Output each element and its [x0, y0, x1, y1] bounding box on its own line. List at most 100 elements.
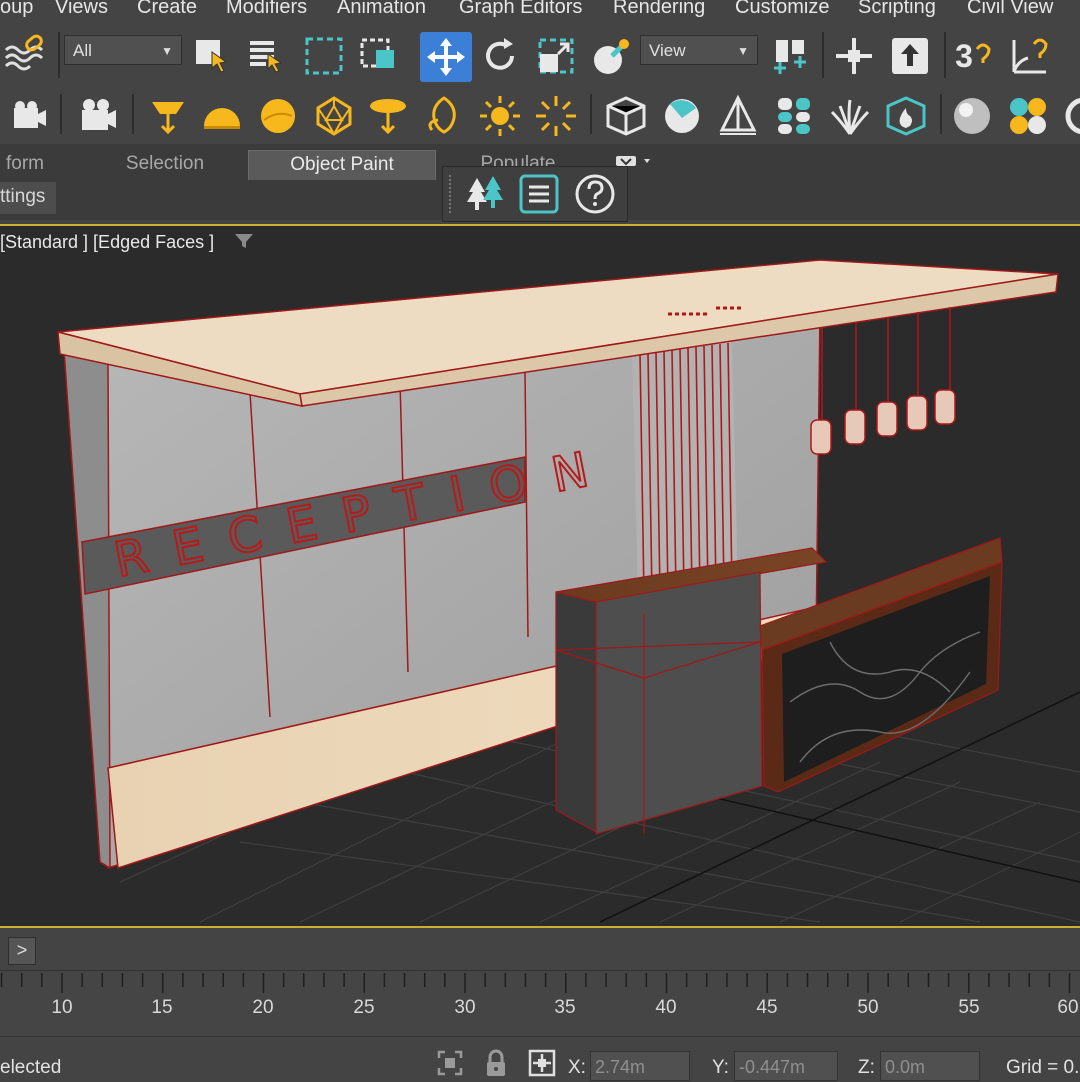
select-and-move-icon[interactable] [420, 32, 472, 82]
particle-system-icon[interactable] [772, 94, 816, 138]
box-primitive-icon[interactable] [604, 94, 648, 138]
tick-label: 10 [51, 997, 73, 1018]
tab-freeform[interactable]: form [0, 150, 50, 180]
wall-side [63, 348, 111, 870]
menu-graph-editors[interactable]: Graph Editors [459, 0, 582, 19]
toolbar-separator [590, 94, 592, 134]
render-frame-icon[interactable] [1062, 94, 1080, 138]
menu-create[interactable]: Create [137, 0, 197, 19]
link-icon[interactable] [2, 34, 46, 78]
tick-label: 25 [353, 997, 375, 1018]
desk-front-left [595, 571, 763, 835]
dome-light-icon[interactable] [200, 94, 244, 138]
geosphere-light-icon[interactable] [312, 94, 356, 138]
menu-modifiers[interactable]: Modifiers [226, 0, 307, 19]
pyramid-icon[interactable] [716, 94, 760, 138]
hair-and-fur-icon[interactable] [828, 94, 872, 138]
z-coordinate-field[interactable]: 0.0m [880, 1051, 980, 1081]
toolbar-separator [58, 32, 60, 78]
reference-coordinate-dropdown[interactable]: View ▼ [640, 35, 758, 65]
toolbar-separator [132, 94, 134, 134]
menu-customize[interactable]: Customize [735, 0, 829, 19]
tick-label: 40 [655, 997, 677, 1018]
manipulate-icon[interactable] [832, 34, 876, 78]
tick-label: 50 [857, 997, 879, 1018]
scene-canvas: RECEPTION [57, 259, 1080, 923]
select-by-name-icon[interactable] [244, 34, 288, 78]
status-bar: elected X: 2.74m Y: -0.447m Z: 0.0m Grid… [0, 1036, 1080, 1081]
sun-icon[interactable] [478, 94, 522, 138]
camera-icon[interactable] [6, 94, 50, 138]
fire-effect-icon[interactable] [884, 94, 928, 138]
grid-size-readout: Grid = 0. [1006, 1057, 1080, 1078]
selection-status: elected [0, 1057, 62, 1078]
skylight-icon[interactable] [534, 94, 578, 138]
rectangular-selection-icon[interactable] [302, 34, 346, 78]
toolbar-separator [944, 32, 946, 78]
trees-icon[interactable] [463, 172, 507, 216]
bulb-light-icon[interactable] [422, 94, 466, 138]
create-toolbar [0, 88, 1080, 144]
sphere-primitive-icon[interactable] [660, 94, 704, 138]
settings-panel-tab[interactable]: ttings [0, 182, 56, 214]
angle-snap-icon[interactable] [1008, 34, 1052, 78]
material-editor-icon[interactable] [1006, 94, 1050, 138]
track-bar[interactable]: 10 15 20 25 30 35 40 45 50 55 60 [0, 970, 1080, 1037]
perspective-viewport[interactable]: [Standard ] [Edged Faces ] RECEPTION [0, 224, 1080, 928]
toolbar-separator [60, 94, 62, 134]
next-frame-button[interactable]: > [8, 937, 36, 965]
help-icon[interactable] [573, 172, 617, 216]
menu-bar: oup Views Create Modifiers Animation Gra… [0, 0, 1080, 22]
placement-icon[interactable] [590, 34, 634, 78]
main-toolbar: All ▼ View ▼ 3 [0, 22, 1080, 88]
time-slider-bar: > [0, 928, 1080, 970]
window-crossing-icon[interactable] [356, 34, 400, 78]
isolate-selection-icon[interactable] [432, 1045, 468, 1081]
tick-label: 15 [151, 997, 173, 1018]
material-sphere-icon[interactable] [950, 94, 994, 138]
menu-scripting[interactable]: Scripting [858, 0, 936, 19]
pendant-lamps [810, 307, 956, 455]
select-object-icon[interactable] [190, 34, 234, 78]
tick-label: 30 [454, 997, 476, 1018]
x-coordinate-field[interactable]: 2.74m [590, 1051, 690, 1081]
x-coordinate-label: X: [568, 1057, 586, 1078]
absolute-mode-icon[interactable] [524, 1045, 560, 1081]
tab-selection[interactable]: Selection [100, 150, 230, 180]
mushroom-light-icon[interactable] [366, 94, 410, 138]
select-and-scale-icon[interactable] [534, 34, 578, 78]
spotlight-icon[interactable] [146, 94, 190, 138]
z-coordinate-label: Z: [858, 1057, 875, 1078]
toolbar-separator [940, 94, 942, 134]
list-panel-icon[interactable] [517, 172, 561, 216]
keyboard-shortcut-override-icon[interactable] [888, 34, 932, 78]
snaps-toggle-icon[interactable]: 3 [952, 34, 996, 78]
selection-lock-icon[interactable] [478, 1045, 514, 1081]
menu-group[interactable]: oup [0, 0, 33, 19]
panel-grip[interactable] [449, 175, 457, 213]
menu-views[interactable]: Views [55, 0, 108, 19]
tab-object-paint[interactable]: Object Paint [248, 150, 436, 181]
tick-label: 60 [1057, 997, 1079, 1018]
menu-rendering[interactable]: Rendering [613, 0, 705, 19]
desk-side [555, 591, 597, 834]
track-ticks [0, 973, 1071, 993]
y-coordinate-field[interactable]: -0.447m [734, 1051, 838, 1081]
menu-civil-view[interactable]: Civil View [967, 0, 1053, 19]
sphere-light-icon[interactable] [256, 94, 300, 138]
tick-label: 45 [756, 997, 778, 1018]
menu-animation[interactable]: Animation [337, 0, 426, 19]
physical-camera-icon[interactable] [76, 94, 120, 138]
chevron-down-icon: ▼ [737, 44, 749, 58]
y-coordinate-label: Y: [712, 1057, 729, 1078]
select-and-rotate-icon[interactable] [478, 34, 522, 78]
pivot-center-icon[interactable] [768, 34, 812, 78]
snap-label: 3 [955, 37, 973, 74]
selection-filter-value: All [73, 41, 92, 60]
tick-label: 20 [252, 997, 274, 1018]
populate-popout-panel [442, 166, 628, 222]
tick-label: 55 [958, 997, 980, 1018]
reference-coordinate-value: View [649, 41, 686, 60]
toolbar-separator [822, 32, 824, 78]
selection-filter-dropdown[interactable]: All ▼ [64, 35, 182, 65]
